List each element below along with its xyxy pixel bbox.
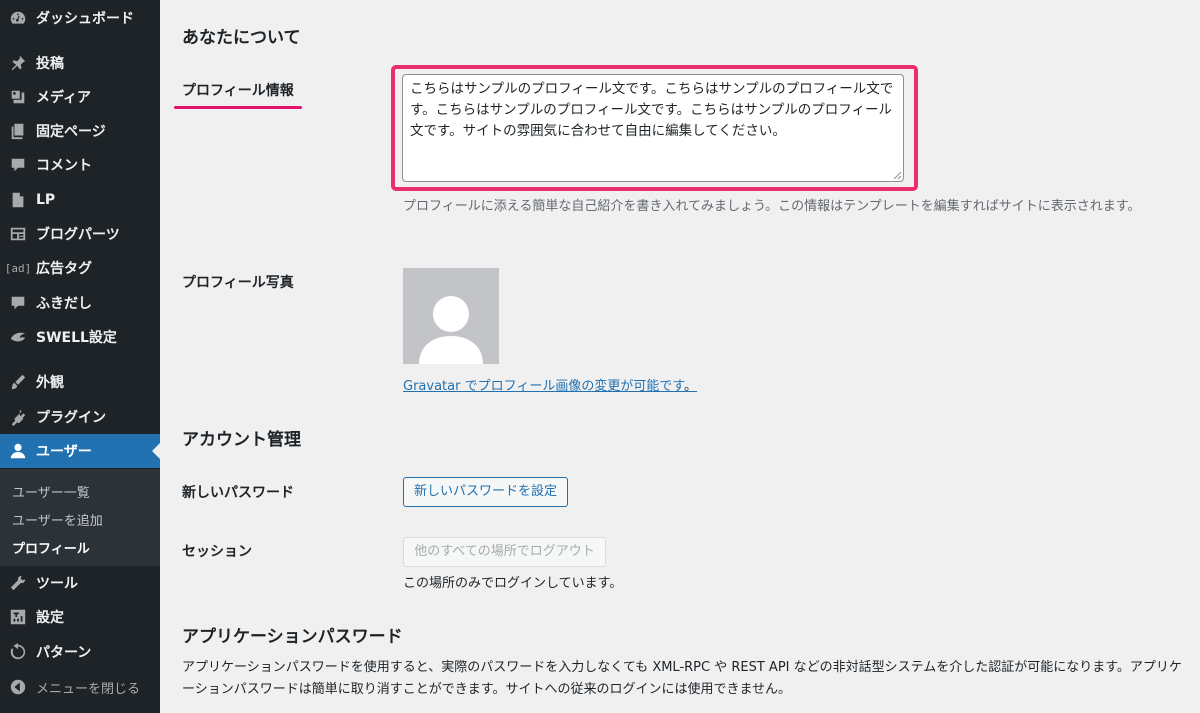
menu-item-tools[interactable]: ツール — [0, 566, 160, 600]
menu-label: ツール — [36, 576, 78, 592]
blog-parts-icon — [8, 224, 28, 244]
logout-everywhere-button[interactable]: 他のすべての場所でログアウト — [403, 537, 606, 567]
set-new-password-button[interactable]: 新しいパスワードを設定 — [403, 477, 568, 507]
pin-icon — [8, 53, 28, 73]
document-icon — [8, 190, 28, 210]
swell-icon — [8, 327, 28, 347]
menu-label: LP — [36, 192, 56, 208]
menu-item-settings[interactable]: 設定 — [0, 600, 160, 634]
menu-item-swell-settings[interactable]: SWELL設定 — [0, 320, 160, 354]
menu-item-patterns[interactable]: パターン — [0, 635, 160, 669]
account-heading: アカウント管理 — [182, 430, 301, 450]
menu-label: パターン — [36, 645, 92, 661]
menu-item-comments[interactable]: コメント — [0, 148, 160, 182]
menu-label: コメント — [36, 158, 92, 174]
pattern-icon — [8, 642, 28, 662]
menu-label: SWELL設定 — [36, 330, 117, 346]
ad-icon: [ad] — [4, 261, 32, 275]
pages-icon — [8, 121, 28, 141]
photo-label: プロフィール写真 — [182, 275, 294, 291]
menu-label: 投稿 — [36, 56, 64, 72]
bio-textarea[interactable]: こちらはサンプルのプロフィール文です。こちらはサンプルのプロフィール文です。こち… — [402, 74, 904, 182]
submenu-item-profile[interactable]: プロフィール — [12, 538, 90, 557]
menu-item-users[interactable]: ユーザー — [0, 434, 160, 468]
menu-item-pages[interactable]: 固定ページ — [0, 114, 160, 148]
users-submenu: ユーザー一覧 ユーザーを追加 プロフィール — [0, 469, 160, 566]
media-icon — [8, 87, 28, 107]
collapse-menu-button[interactable]: メニューを閉じる — [0, 670, 160, 704]
settings-icon — [8, 607, 28, 627]
menu-item-posts[interactable]: 投稿 — [0, 46, 160, 80]
app-passwords-heading: アプリケーションパスワード — [182, 627, 403, 647]
menu-item-lp[interactable]: LP — [0, 183, 160, 217]
menu-label: プラグイン — [36, 410, 106, 426]
gravatar-row: Gravatar でプロフィール画像の変更が可能です。 — [403, 375, 697, 394]
collapse-arrow-icon — [8, 677, 28, 697]
bio-description: プロフィールに添える簡単な自己紹介を書き入れてみましょう。この情報はテンプレート… — [403, 199, 1141, 214]
menu-label: 広告タグ — [36, 261, 92, 277]
speech-bubble-icon — [8, 293, 28, 313]
menu-item-blog-parts[interactable]: ブログパーツ — [0, 217, 160, 251]
submenu-item-add-user[interactable]: ユーザーを追加 — [12, 510, 103, 529]
menu-label: ブログパーツ — [36, 227, 120, 243]
admin-sidebar: ダッシュボード 投稿 メディア 固定ページ コメント LP ブログパーツ [ad… — [0, 0, 160, 713]
new-password-label: 新しいパスワード — [182, 485, 294, 501]
user-icon — [8, 441, 28, 461]
session-label: セッション — [182, 544, 252, 560]
collapse-label: メニューを閉じる — [36, 681, 141, 697]
menu-label: 外観 — [36, 375, 64, 391]
bio-label: プロフィール情報 — [182, 83, 294, 99]
dashboard-icon — [8, 8, 28, 28]
menu-item-ad-tags[interactable]: [ad] 広告タグ — [0, 251, 160, 285]
menu-label: ふきだし — [36, 296, 92, 312]
avatar — [403, 268, 499, 364]
menu-item-plugins[interactable]: プラグイン — [0, 400, 160, 434]
active-indicator — [152, 443, 160, 459]
menu-item-fukidashi[interactable]: ふきだし — [0, 286, 160, 320]
menu-item-appearance[interactable]: 外観 — [0, 365, 160, 399]
gravatar-link[interactable]: Gravatar でプロフィール画像の変更が可能です — [403, 379, 684, 394]
default-avatar-icon — [419, 296, 483, 364]
menu-item-media[interactable]: メディア — [0, 80, 160, 114]
menu-item-dashboard[interactable]: ダッシュボード — [0, 1, 160, 35]
menu-label: 固定ページ — [36, 124, 106, 140]
app-passwords-description: アプリケーションパスワードを使用すると、実際のパスワードを入力しなくても XML… — [182, 660, 1182, 697]
menu-label: ダッシュボード — [36, 11, 134, 27]
menu-label: メディア — [36, 90, 92, 106]
resize-grip-icon[interactable] — [893, 171, 902, 180]
gravatar-suffix: 。 — [684, 379, 698, 394]
session-note: この場所のみでログインしています。 — [403, 576, 623, 591]
about-heading: あなたについて — [182, 28, 301, 48]
menu-label: ユーザー — [36, 444, 92, 460]
wrench-icon — [8, 573, 28, 593]
comment-icon — [8, 155, 28, 175]
plugin-icon — [8, 407, 28, 427]
submenu-item-user-list[interactable]: ユーザー一覧 — [12, 482, 90, 501]
bio-label-underline — [174, 106, 302, 109]
menu-label: 設定 — [36, 610, 64, 626]
brush-icon — [8, 372, 28, 392]
